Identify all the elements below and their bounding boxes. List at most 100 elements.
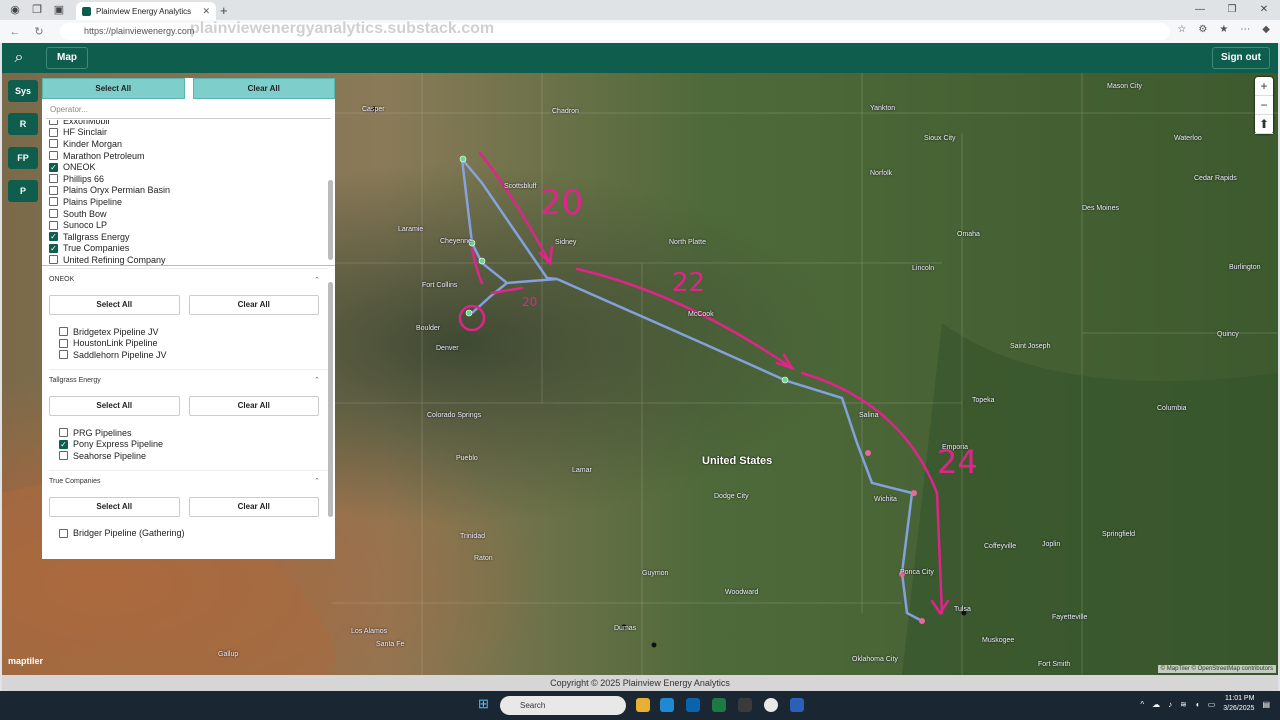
start-icon[interactable]: ⊞ — [478, 697, 492, 711]
browser-tab[interactable]: Plainview Energy Analytics ✕ — [76, 2, 216, 20]
zoom-in-icon[interactable]: + — [1255, 77, 1273, 96]
checkbox-checked-icon[interactable]: ✓ — [49, 162, 58, 172]
outlook-icon[interactable] — [686, 698, 700, 712]
pipeline-item[interactable]: Bridger Pipeline (Gathering) — [49, 528, 328, 540]
operator-list-scrollbar[interactable] — [328, 180, 333, 260]
group-select-all-button[interactable]: Select All — [49, 395, 180, 416]
close-tab-icon[interactable]: ✕ — [202, 6, 210, 17]
group-select-all-button[interactable]: Select All — [49, 295, 180, 315]
mic-icon[interactable]: ♪ — [1168, 700, 1172, 709]
checkbox-icon[interactable] — [49, 220, 58, 230]
operator-item[interactable]: ✓ True Companies — [42, 243, 335, 255]
fp-button[interactable]: FP — [8, 147, 38, 169]
snipping-icon[interactable] — [738, 698, 752, 712]
checkbox-icon[interactable] — [49, 197, 58, 207]
copilot-icon[interactable]: ◆ — [1262, 24, 1270, 35]
pipeline-groups[interactable]: ONEOK ⌃ Select All Clear All Bridgetex Pipel… — [42, 268, 335, 559]
operator-item[interactable]: Plains Pipeline — [42, 196, 335, 208]
profile-icon[interactable]: ◉ — [8, 3, 22, 17]
zoom-out-icon[interactable]: − — [1255, 96, 1273, 115]
group-header[interactable]: True Companies ⌃ — [49, 469, 328, 492]
notifications-icon[interactable]: ▤ — [1262, 700, 1270, 709]
extensions-icon[interactable]: ⚙ — [1198, 24, 1207, 35]
chevron-up-icon[interactable]: ⌃ — [314, 376, 320, 384]
operator-item[interactable]: HF Sinclair — [42, 127, 335, 139]
excel-icon[interactable] — [712, 698, 726, 712]
checkbox-icon[interactable] — [49, 127, 58, 137]
checkbox-icon[interactable] — [49, 139, 58, 149]
operator-item[interactable]: Sunoco LP — [42, 219, 335, 231]
operator-item[interactable]: Phillips 66 — [42, 173, 335, 185]
checkbox-checked-icon[interactable]: ✓ — [59, 439, 68, 449]
group-clear-all-button[interactable]: Clear All — [188, 295, 319, 315]
wifi-icon[interactable]: ≋ — [1180, 700, 1187, 709]
checkbox-icon[interactable] — [49, 185, 58, 195]
checkbox-icon[interactable] — [49, 151, 58, 161]
operator-item[interactable]: ExxonMobil — [42, 120, 335, 127]
address-input[interactable]: https://plainviewenergy.com plainviewene… — [60, 20, 1170, 40]
more-icon[interactable]: ⋯ — [1240, 24, 1250, 35]
word-icon[interactable] — [790, 698, 804, 712]
operator-list[interactable]: ExxonMobil HF Sinclair Kinder Morgan Marath… — [42, 120, 335, 266]
chevron-up-icon[interactable]: ⌃ — [314, 477, 320, 485]
groups-scrollbar[interactable] — [328, 282, 333, 517]
chevron-up-icon[interactable]: ^ — [1140, 700, 1144, 709]
operator-item[interactable]: ✓ Tallgrass Energy — [42, 231, 335, 243]
refresh-icon[interactable]: ↻ — [30, 25, 48, 38]
operator-search-input[interactable]: Operator... — [46, 101, 331, 119]
operator-item[interactable]: Kinder Morgan — [42, 138, 335, 150]
edge-icon[interactable] — [660, 698, 674, 712]
favorite-star-icon[interactable]: ☆ — [1177, 24, 1186, 35]
group-select-all-button[interactable]: Select All — [49, 496, 180, 517]
checkbox-icon[interactable] — [49, 174, 58, 184]
chevron-up-icon[interactable]: ⌃ — [314, 276, 320, 284]
checkbox-icon[interactable] — [59, 350, 68, 360]
back-icon[interactable]: ← — [6, 26, 24, 38]
taskbar-search[interactable]: Search — [500, 696, 626, 715]
close-window-icon[interactable]: ✕ — [1248, 0, 1280, 20]
checkbox-icon[interactable] — [59, 528, 68, 538]
pipeline-item[interactable]: Seahorse Pipeline — [49, 450, 328, 462]
checkbox-checked-icon[interactable]: ✓ — [49, 243, 58, 253]
checkbox-icon[interactable] — [59, 451, 68, 461]
file-explorer-icon[interactable] — [636, 698, 650, 712]
sign-out-button[interactable]: Sign out — [1212, 47, 1270, 69]
onedrive-icon[interactable]: ☁ — [1152, 700, 1160, 709]
sys-button[interactable]: Sys — [8, 80, 38, 102]
p-button[interactable]: P — [8, 180, 38, 202]
operator-item[interactable]: South Bow — [42, 208, 335, 220]
map-nav-button[interactable]: Map — [46, 47, 88, 69]
pipeline-item[interactable]: ✓ Pony Express Pipeline — [49, 438, 328, 450]
clock[interactable]: 11:01 PM 3/26/2025 — [1223, 694, 1254, 714]
checkbox-icon[interactable] — [59, 327, 68, 337]
operator-item[interactable]: Marathon Petroleum — [42, 150, 335, 162]
new-tab-icon[interactable]: + — [220, 3, 228, 18]
checkbox-icon[interactable] — [49, 209, 58, 219]
chrome-icon[interactable] — [764, 698, 778, 712]
group-clear-all-button[interactable]: Clear All — [188, 395, 319, 416]
group-header[interactable]: Tallgrass Energy ⌃ — [49, 368, 328, 391]
pipeline-item[interactable]: HoustonLink Pipeline — [49, 338, 328, 350]
group-clear-all-button[interactable]: Clear All — [188, 496, 319, 517]
group-header[interactable]: ONEOK ⌃ — [49, 268, 328, 290]
checkbox-icon[interactable] — [59, 338, 68, 348]
checkbox-icon[interactable] — [49, 255, 58, 265]
favorites-icon[interactable]: ★ — [1219, 24, 1228, 35]
tab-actions-icon[interactable]: ▣ — [52, 3, 66, 17]
select-all-operators-button[interactable]: Select All — [42, 78, 185, 99]
pipeline-item[interactable]: PRG Pipelines — [49, 427, 328, 439]
pipeline-item[interactable]: Bridgetex Pipeline JV — [49, 326, 328, 338]
operator-item[interactable]: Plains Oryx Permian Basin — [42, 185, 335, 197]
app-logo-icon[interactable]: ⌕ — [6, 45, 32, 71]
maximize-icon[interactable]: ❐ — [1216, 0, 1248, 20]
workspaces-icon[interactable]: ❐ — [30, 3, 44, 17]
compass-icon[interactable]: ⬆ — [1255, 115, 1273, 134]
r-button[interactable]: R — [8, 113, 38, 135]
volume-icon[interactable]: ◖ — [1195, 700, 1200, 709]
clear-all-operators-button[interactable]: Clear All — [192, 78, 335, 99]
minimize-icon[interactable]: — — [1184, 0, 1216, 20]
pipeline-item[interactable]: Saddlehorn Pipeline JV — [49, 349, 328, 361]
map-attribution[interactable]: © MapTiler © OpenStreetMap contributors — [1157, 665, 1276, 673]
battery-icon[interactable]: ▭ — [1208, 700, 1216, 709]
operator-item[interactable]: United Refining Company — [42, 254, 335, 265]
